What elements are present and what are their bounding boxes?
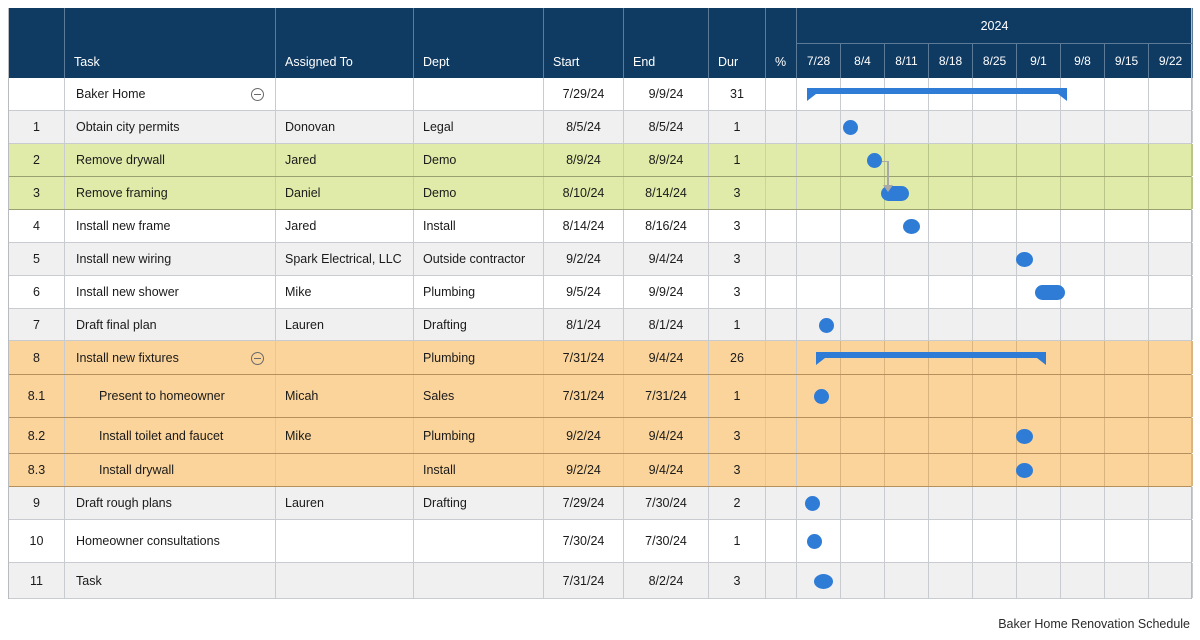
footer-caption: Baker Home Renovation Schedule <box>998 617 1190 631</box>
gantt-table: Task Assigned To Dept Start End Dur % 20… <box>8 8 1193 599</box>
dependency-link-vertical <box>887 160 889 185</box>
dependency-link <box>9 8 1191 598</box>
gantt-chart-screenshot: Task Assigned To Dept Start End Dur % 20… <box>0 0 1200 640</box>
dependency-arrowhead <box>883 184 893 192</box>
